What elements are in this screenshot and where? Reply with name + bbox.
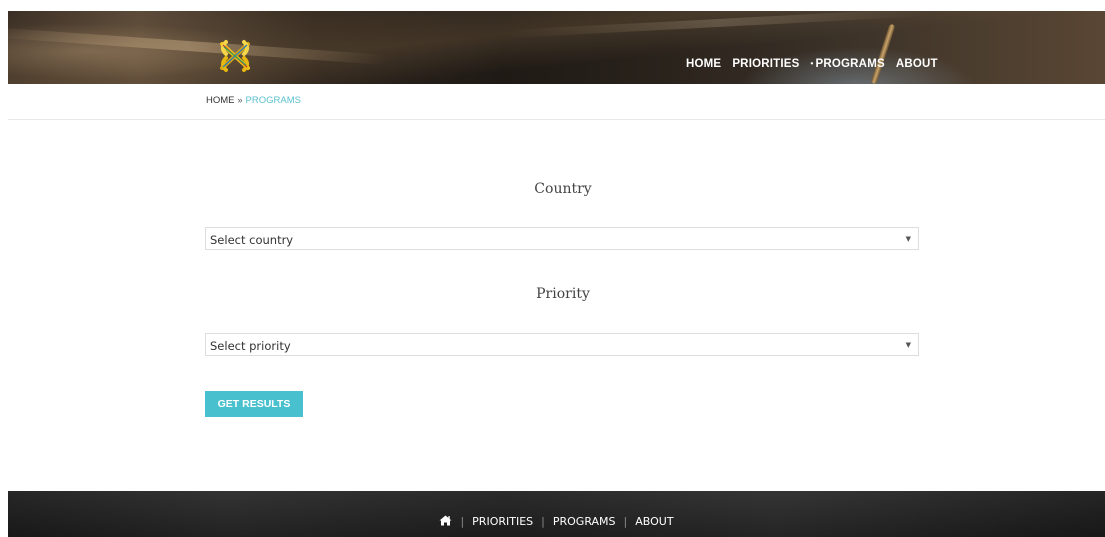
priority-select[interactable]: Select priority ▼	[205, 333, 919, 356]
nav-item-programs-label: PROGRAMS	[815, 58, 885, 70]
interlaced-ribbons-logo-icon	[220, 40, 250, 72]
home-icon[interactable]	[439, 515, 452, 529]
header-background-streak	[8, 27, 388, 65]
footer-link-priorities[interactable]: PRIORITIES	[472, 515, 533, 528]
site-header: HOME PRIORITIES • PROGRAMS ABOUT	[8, 11, 1105, 84]
country-select-value: Select country	[210, 233, 294, 247]
top-strip	[0, 0, 1105, 11]
footer-link-about[interactable]: ABOUT	[635, 515, 673, 528]
footer-nav: | PRIORITIES | PROGRAMS | ABOUT	[8, 515, 1105, 529]
site-footer: | PRIORITIES | PROGRAMS | ABOUT	[8, 491, 1105, 537]
country-select[interactable]: Select country ▼	[205, 227, 919, 250]
dropdown-arrow-icon: ▼	[905, 341, 911, 349]
dropdown-arrow-icon: ▼	[905, 235, 911, 243]
priority-select-value: Select priority	[210, 339, 291, 353]
breadcrumb-separator: »	[237, 95, 243, 105]
divider	[8, 119, 1105, 120]
footer-separator: |	[623, 515, 628, 528]
footer-separator: |	[460, 515, 465, 528]
site-logo[interactable]	[218, 38, 252, 74]
country-label: Country	[534, 181, 592, 197]
breadcrumb: HOME» PROGRAMS	[206, 95, 301, 106]
nav-item-about[interactable]: ABOUT	[896, 58, 938, 70]
header-background-pin	[870, 23, 896, 84]
nav-item-home[interactable]: HOME	[686, 58, 721, 70]
get-results-button[interactable]: GET RESULTS	[205, 391, 303, 417]
footer-link-programs[interactable]: PROGRAMS	[553, 515, 616, 528]
breadcrumb-home[interactable]: HOME	[206, 95, 235, 106]
home-icon-glyph	[439, 515, 452, 526]
main-nav: HOME PRIORITIES • PROGRAMS ABOUT	[686, 58, 949, 70]
priority-label: Priority	[536, 286, 590, 302]
footer-separator: |	[541, 515, 545, 528]
active-marker: •	[810, 59, 814, 68]
header-background-streak	[508, 11, 928, 38]
nav-item-priorities[interactable]: PRIORITIES	[732, 58, 799, 70]
breadcrumb-current: PROGRAMS	[245, 95, 301, 106]
nav-item-programs[interactable]: • PROGRAMS	[811, 58, 885, 70]
